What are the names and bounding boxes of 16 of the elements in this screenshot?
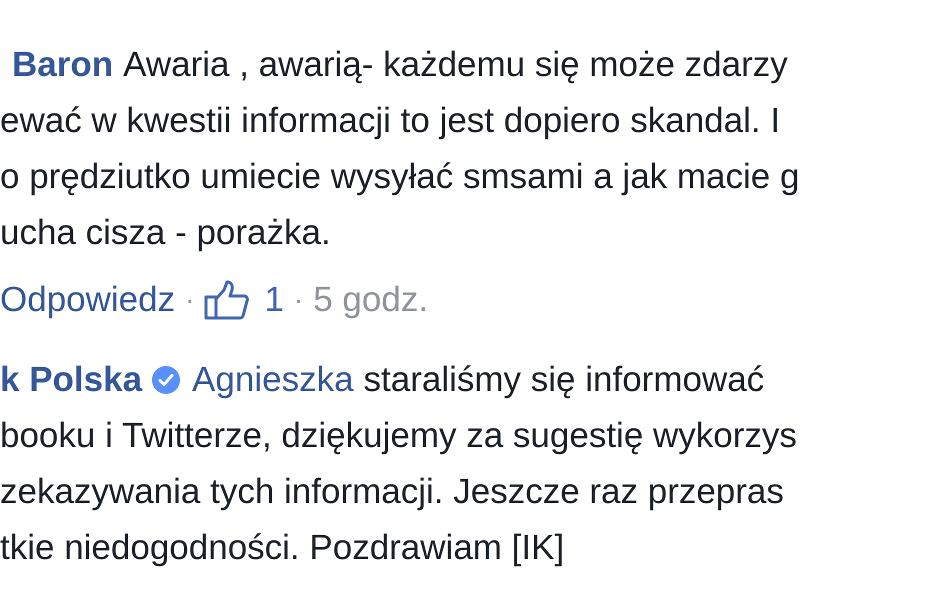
- author-name[interactable]: Baron: [12, 37, 114, 93]
- comment-text-line: Awaria , awarią- każdemu się może zdarzy: [123, 44, 788, 86]
- separator-dot: ·: [294, 283, 304, 317]
- comment-text-line: tkie niedogodności. Pozdrawiam [IK]: [0, 527, 564, 569]
- comment-text-line: o prędziutko umiecie wysyłać smsami a jak macie g: [0, 156, 800, 198]
- comment-text-line: ewać w kwestii informacji to jest dopiero skandal. I: [0, 100, 780, 142]
- comment-text-line: zekazywania tych informacji. Jeszcze raz przepras: [0, 471, 784, 513]
- author-name[interactable]: k Polska: [0, 352, 142, 408]
- thumbs-up-icon[interactable]: [204, 280, 250, 320]
- comment-text-line: ucha cisza - porażka.: [0, 212, 331, 254]
- comment-text-line: staraliśmy się informować: [364, 359, 764, 401]
- reply-link[interactable]: Odpowiedz: [0, 272, 176, 328]
- comment-text-line: booku i Twitterze, dziękujemy za sugestię wykorzys: [0, 415, 797, 457]
- separator-dot: ·: [185, 283, 194, 317]
- mention-link[interactable]: Agnieszka: [192, 352, 354, 408]
- like-count: 1: [264, 279, 284, 321]
